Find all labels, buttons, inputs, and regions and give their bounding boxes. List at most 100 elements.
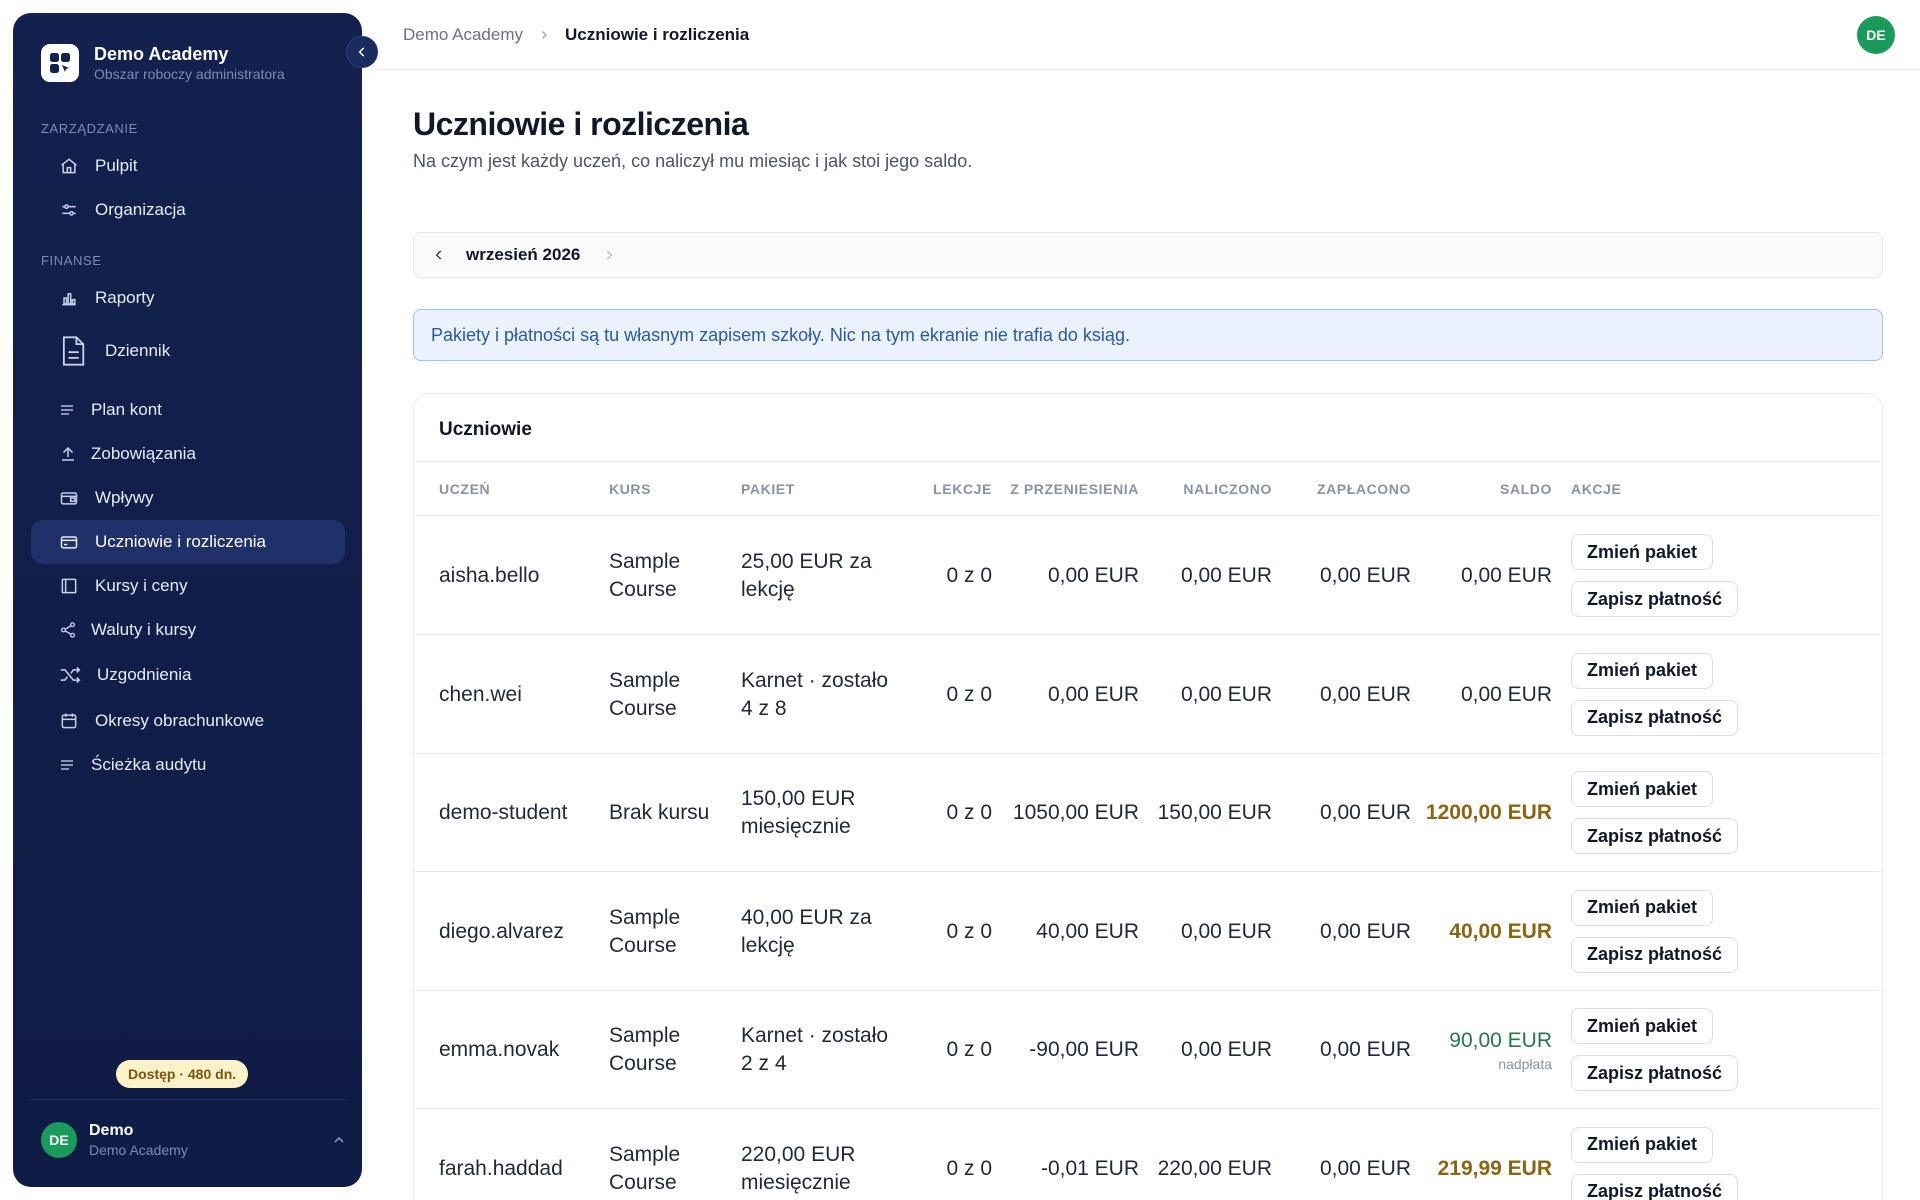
sidebar-item-label: Zobowiązania [91, 444, 196, 463]
record-payment-button[interactable]: Zapisz płatność [1571, 1173, 1739, 1200]
chevron-left-icon[interactable] [432, 248, 446, 262]
page-title: Uczniowie i rozliczenia [413, 106, 749, 142]
column-header: Z PRZENIESIENIA [1010, 481, 1139, 497]
record-payment-button[interactable]: Zapisz płatność [1571, 936, 1739, 973]
change-package-button[interactable]: Zmień pakiet [1571, 1126, 1714, 1163]
breadcrumb-root[interactable]: Demo Academy [403, 25, 523, 45]
cell-paid: 0,00 EUR [1319, 919, 1411, 943]
cell-paid: 0,00 EUR [1319, 1156, 1411, 1180]
cell-carried: 40,00 EUR [1036, 919, 1139, 943]
record-payment-button[interactable]: Zapisz płatność [1571, 699, 1739, 736]
cell-paid: 0,00 EUR [1319, 1038, 1411, 1061]
month-label: wrzesień 2026 [466, 245, 581, 264]
change-package-button[interactable]: Zmień pakiet [1571, 889, 1714, 926]
column-header: KURS [609, 481, 652, 497]
sidebar-collapse-button[interactable] [346, 36, 378, 68]
brand[interactable]: Demo Academy Obszar roboczy administrato… [41, 43, 285, 83]
cell-charged: 0,00 EUR [1180, 1038, 1272, 1061]
nav-section-management: ZARZĄDZANIE [41, 121, 138, 136]
sidebar: Demo Academy Obszar roboczy administrato… [13, 13, 362, 1187]
list-icon [61, 760, 73, 770]
change-package-button[interactable]: Zmień pakiet [1571, 534, 1714, 570]
table-row: diego.alvarez Sample Course 40,00 EUR za l… [414, 873, 1882, 991]
cell-course: Sample Course [609, 668, 681, 720]
cell-charged: 0,00 EUR [1180, 564, 1272, 587]
sidebar-item-label: Kursy i ceny [95, 576, 188, 595]
sidebar-item-raporty[interactable]: Raporty [31, 276, 345, 320]
column-header: NALICZONO [1183, 481, 1272, 497]
column-header: LEKCJE [933, 481, 992, 497]
sidebar-item-label: Organizacja [95, 200, 186, 219]
sidebar-item-zobowiazania[interactable]: Zobowiązania [31, 432, 345, 476]
column-header: AKCJE [1571, 481, 1622, 497]
table-row: farah.haddad Sample Course 220,00 EUR mies… [414, 1110, 1882, 1200]
cell-carried: 0,00 EUR [1047, 564, 1139, 587]
cell-carried: -0,01 EUR [1040, 1156, 1139, 1180]
cell-student: demo-student [439, 801, 568, 824]
change-package-button[interactable]: Zmień pakiet [1571, 652, 1714, 689]
sidebar-item-uzgodnienia[interactable]: Uzgodnienia [31, 653, 345, 697]
record-payment-button[interactable]: Zapisz płatność [1571, 581, 1739, 617]
calendar-icon [61, 713, 77, 729]
chevron-up-icon [334, 1137, 344, 1143]
cell-charged: 0,00 EUR [1180, 919, 1272, 943]
table-header: UCZEŃ KURS PAKIET LEKCJE Z PRZENIESIENIA… [414, 462, 1882, 516]
cell-course: Brak kursu [609, 801, 710, 824]
column-header: UCZEŃ [439, 481, 491, 497]
sliders-icon [62, 204, 76, 216]
sidebar-item-label: Plan kont [91, 400, 162, 419]
sidebar-item-label: Dziennik [105, 341, 171, 360]
sidebar-item-kursy-i-ceny[interactable]: Kursy i ceny [31, 564, 345, 608]
topbar: Demo Academy Uczniowie i rozliczenia DE [376, 0, 1920, 70]
sidebar-item-dziennik[interactable]: Dziennik [31, 323, 345, 379]
sidebar-item-label: Waluty i kursy [91, 620, 197, 639]
cell-student: aisha.bello [439, 564, 540, 587]
sidebar-item-okresy-obrachunkowe[interactable]: Okresy obrachunkowe [31, 699, 345, 743]
sidebar-item-label: Uczniowie i rozliczenia [95, 532, 267, 551]
cell-paid: 0,00 EUR [1319, 682, 1411, 706]
balance-note: nadpłata [1498, 1056, 1552, 1072]
cell-student: farah.haddad [439, 1156, 563, 1180]
chevron-left-icon [358, 47, 365, 57]
cell-lessons: 0 z 0 [946, 1038, 992, 1061]
document-icon [62, 336, 85, 366]
sidebar-item-waluty-i-kursy[interactable]: Waluty i kursy [31, 608, 345, 652]
sidebar-item-pulpit[interactable]: Pulpit [31, 144, 345, 188]
brand-title: Demo Academy [94, 44, 229, 64]
book-icon [61, 578, 77, 594]
change-package-button[interactable]: Zmień pakiet [1571, 1008, 1714, 1044]
balance-value: 0,00 EUR [1460, 564, 1552, 587]
record-payment-button[interactable]: Zapisz płatność [1571, 1055, 1739, 1091]
change-package-button[interactable]: Zmień pakiet [1571, 771, 1714, 807]
cell-course: Sample Course [609, 905, 681, 957]
month-navigator: wrzesień 2026 [413, 232, 1883, 278]
sidebar-item-wplywy[interactable]: Wpływy [31, 476, 345, 520]
nav-section-finance: FINANSE [41, 253, 102, 268]
cell-lessons: 0 z 0 [946, 682, 992, 706]
sidebar-item-sciezka-audytu[interactable]: Ścieżka audytu [31, 743, 345, 787]
balance-value: 219,99 EUR [1437, 1156, 1552, 1180]
avatar[interactable]: DE [1857, 16, 1895, 54]
students-card: Uczniowie UCZEŃ KURS PAKIET LEKCJE Z PRZ… [413, 393, 1883, 1200]
user-name: Demo [89, 1122, 134, 1139]
cell-student: emma.novak [439, 1038, 560, 1061]
cell-charged: 150,00 EUR [1157, 801, 1272, 824]
column-header: PAKIET [741, 481, 795, 497]
column-header: SALDO [1500, 481, 1552, 497]
user-menu[interactable]: DE Demo Demo Academy [41, 1121, 351, 1159]
table-row: chen.wei Sample Course Karnet · zostało 4 … [414, 636, 1882, 754]
balance-value: 1200,00 EUR [1425, 801, 1552, 824]
sidebar-item-uczniowie-i-rozliczenia[interactable]: Uczniowie i rozliczenia [31, 520, 345, 564]
cell-carried: 1050,00 EUR [1012, 801, 1139, 824]
table-row: demo-student Brak kursu 150,00 EUR miesięc… [414, 754, 1882, 872]
breadcrumb-current: Uczniowie i rozliczenia [565, 24, 750, 44]
sidebar-item-organizacja[interactable]: Organizacja [31, 188, 345, 232]
sidebar-item-plan-kont[interactable]: Plan kont [31, 388, 345, 432]
cell-lessons: 0 z 0 [946, 564, 992, 587]
balance-value: 90,00 EUR [1449, 1029, 1552, 1052]
record-payment-button[interactable]: Zapisz płatność [1571, 818, 1739, 854]
cell-balance: 0,00 EUR [1411, 636, 1552, 754]
cell-course: Sample Course [609, 1142, 681, 1194]
chevron-right-icon[interactable] [602, 248, 616, 262]
column-header: ZAPŁACONO [1316, 481, 1411, 497]
